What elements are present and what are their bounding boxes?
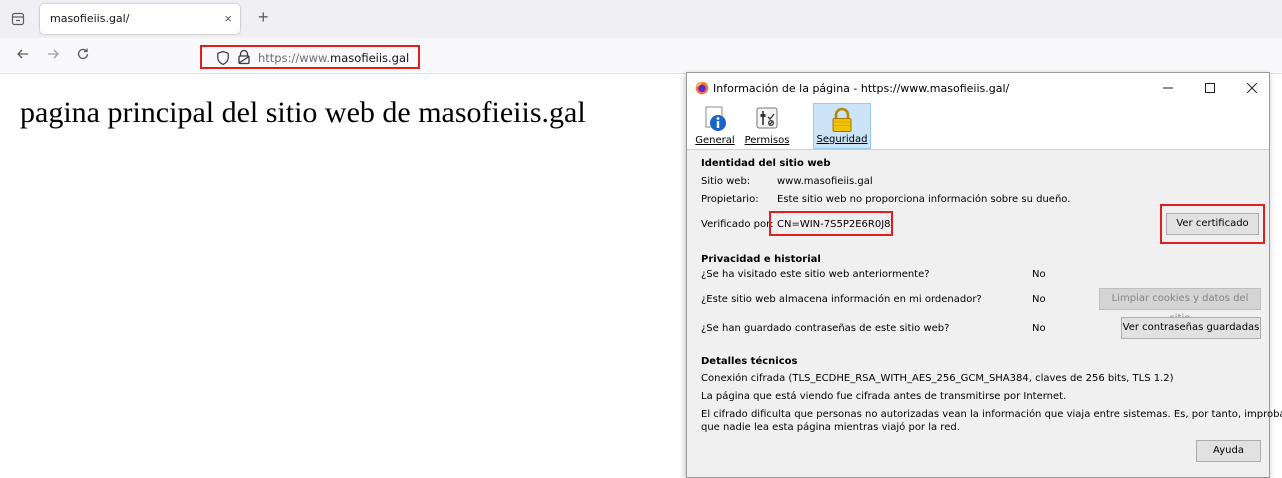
url-highlight [200,45,420,69]
site-label: Sitio web: [701,176,751,187]
firefox-icon [695,81,709,95]
visited-answer: No [1032,269,1046,280]
site-value: www.masofieiis.gal [777,176,873,187]
tab-general-label: General [695,135,735,146]
tab-security-label: Seguridad [816,134,868,145]
verified-label: Verificado por: [701,219,774,230]
dialog-toolbar: General Permisos Seguridad [687,103,1269,149]
technical-heading: Detalles técnicos [701,356,798,367]
back-button[interactable] [14,47,32,65]
new-tab-button[interactable]: + [258,7,269,27]
tab-close-icon[interactable]: × [224,11,232,27]
tab-strip: masofieiis.gal/ × + [0,0,1282,38]
back-arrow-icon [17,49,28,59]
close-icon [1246,82,1258,94]
tab-security[interactable]: Seguridad [813,103,871,149]
minimize-button[interactable] [1153,77,1183,99]
forward-arrow-icon [48,49,59,59]
lock-icon [832,107,852,132]
security-panel: Identidad del sitio web Sitio web: www.m… [687,149,1282,477]
view-certificate-button[interactable]: Ver certificado [1166,213,1259,235]
info-icon [705,106,726,131]
tech-line-2: La página que está viendo fue cifrada an… [701,391,1067,402]
owner-value: Este sitio web no proporciona informació… [777,194,1071,205]
minimize-icon [1163,87,1173,89]
forward-button[interactable] [44,47,62,65]
page-info-dialog: Información de la página - https://www.m… [686,72,1282,478]
passwords-question: ¿Se han guardado contraseñas de este sit… [701,323,950,334]
nav-bar [0,38,1282,74]
dialog-title: Información de la página - https://www.m… [713,82,1010,95]
privacy-heading: Privacidad e historial [701,254,821,265]
help-button[interactable]: Ayuda [1196,440,1261,462]
storage-answer: No [1032,294,1046,305]
storage-question: ¿Este sitio web almacena información en … [701,294,982,305]
tab-general[interactable]: General [693,103,737,149]
tab-title: masofieiis.gal/ [50,12,130,25]
list-all-tabs-icon [11,12,25,26]
tech-line-3: El cifrado dificulta que personas no aut… [701,409,1282,420]
identity-heading: Identidad del sitio web [701,158,831,169]
passwords-answer: No [1032,323,1046,334]
tech-line-1: Conexión cifrada (TLS_ECDHE_RSA_WITH_AES… [701,373,1174,384]
view-passwords-button[interactable]: Ver contraseñas guardadas [1121,317,1261,339]
tech-line-4: que nadie lea esta página mientras viajó… [701,422,960,433]
verified-value: CN=WIN-7S5P2E6R0J8 [777,219,891,230]
tab-permissions[interactable]: Permisos [739,103,795,149]
close-button[interactable] [1237,77,1267,99]
owner-label: Propietario: [701,194,759,205]
browser-tab[interactable]: masofieiis.gal/ × [40,4,240,34]
tab-list-button[interactable] [8,9,28,29]
tab-permissions-label: Permisos [744,135,790,146]
dialog-titlebar[interactable]: Información de la página - https://www.m… [687,73,1269,103]
permissions-icon [756,107,778,129]
visited-question: ¿Se ha visitado este sitio web anteriorm… [701,269,930,280]
reload-icon [77,48,89,60]
page-heading: pagina principal del sitio web de masofi… [20,96,586,129]
maximize-icon [1205,83,1215,93]
maximize-button[interactable] [1195,77,1225,99]
clear-cookies-button[interactable]: Limpiar cookies y datos del sitio [1099,288,1261,324]
reload-button[interactable] [74,47,92,65]
